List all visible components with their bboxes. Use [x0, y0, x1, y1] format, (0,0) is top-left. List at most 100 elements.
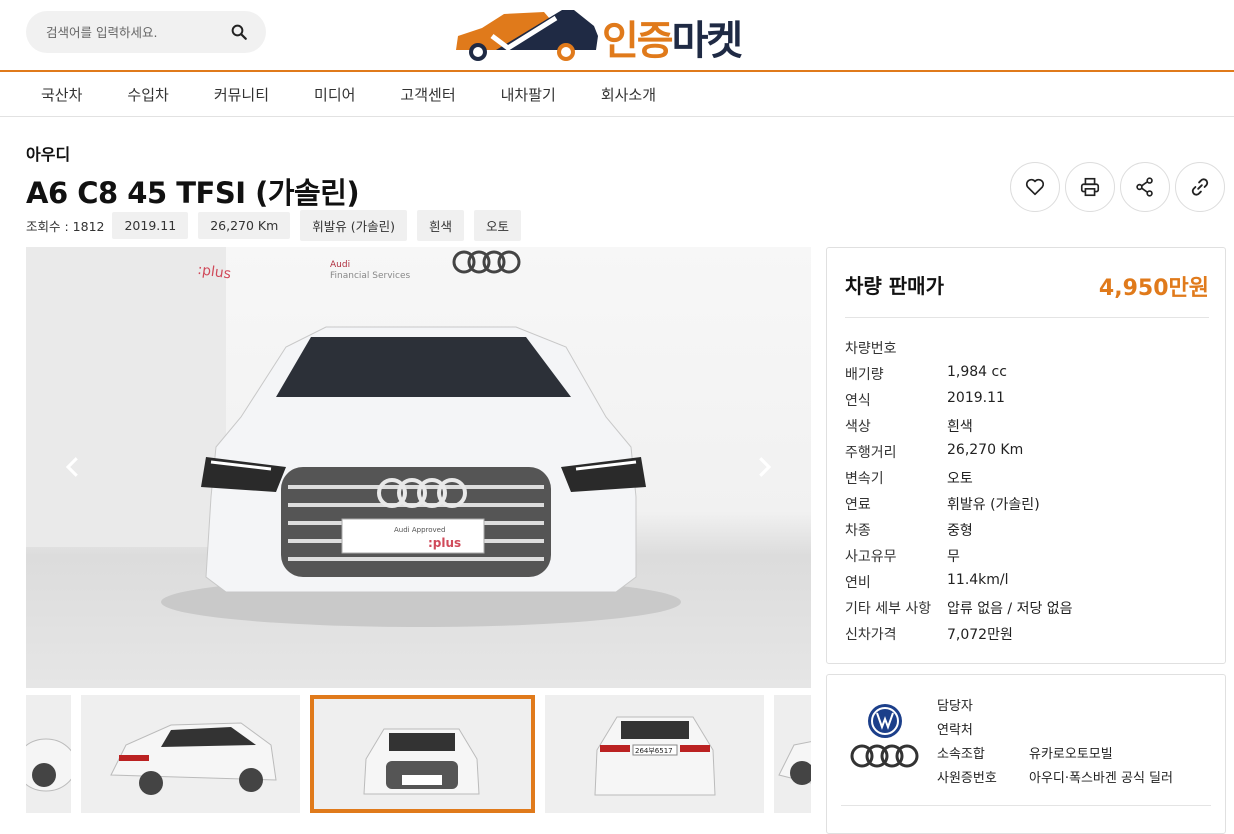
spec-row: 사고유무 무 — [845, 546, 1215, 572]
chevron-left-icon[interactable] — [58, 452, 88, 482]
spec-key: 사고유무 — [845, 549, 897, 565]
nav-item-support[interactable]: 고객센터 — [385, 84, 455, 105]
site-logo[interactable]: 인증마켓 — [452, 6, 782, 66]
price-value: 4,950만원 — [1098, 276, 1209, 301]
nav-item-about[interactable]: 회사소개 — [586, 84, 656, 105]
nav-item-sell[interactable]: 내차팔기 — [486, 84, 556, 105]
car-front-photo: :plus Audi Financial Services Audi Appro… — [26, 247, 681, 627]
heart-icon — [1025, 178, 1045, 196]
header: 인증마켓 — [0, 0, 1234, 72]
dealer-logo-icon — [850, 704, 919, 768]
logo-text-part2: 마켓 — [671, 18, 744, 64]
spec-value: 중형 — [947, 523, 973, 539]
car-meta: 조회수 : 1812 2019.11 26,270 Km 휘발유 (가솔린) 흰… — [26, 210, 531, 241]
spec-key: 연식 — [845, 393, 871, 409]
search-icon[interactable] — [230, 23, 248, 41]
spec-value: 7,072만원 — [947, 627, 1013, 643]
dealer-row: 사원증번호 아우디·폭스바겐 공식 딜러 — [937, 767, 1207, 791]
thumbnail-car-image — [26, 695, 71, 813]
thumbnail-car-image — [314, 699, 531, 809]
spec-value: 11.4km/l — [947, 572, 1009, 588]
logo-car-icon — [456, 10, 598, 61]
link-icon — [1191, 178, 1209, 196]
spec-value: 흰색 — [947, 419, 973, 435]
spec-key: 주행거리 — [845, 445, 897, 461]
spec-key: 연료 — [845, 497, 871, 513]
spec-key: 기타 세부 사항 — [845, 601, 932, 617]
share-button[interactable] — [1120, 162, 1170, 212]
spec-row: 색상 흰색 — [845, 416, 1215, 442]
nav-item-media[interactable]: 미디어 — [299, 84, 355, 105]
view-count: 조회수 : 1812 — [26, 219, 105, 234]
copy-link-button[interactable] — [1175, 162, 1225, 212]
thumbnail-4[interactable]: 264부6517 — [545, 695, 764, 813]
main-nav: 국산차 수입차 커뮤니티 미디어 고객센터 내차팔기 회사소개 — [0, 72, 1234, 117]
price-panel: 차량 판매가 4,950만원 차량번호 배기량 1,984 cc 연식 2019.1… — [826, 247, 1226, 664]
thumbnail-strip: 264부6517 — [26, 693, 811, 815]
search-box — [26, 11, 266, 53]
dealer-panel: 담당자 연락처 소속조합 유카로오토모빌 사원증번호 아우디·폭스바겐 공식 딜러 — [826, 674, 1226, 834]
spec-value: 2019.11 — [947, 390, 1005, 406]
spec-row: 신차가격 7,072만원 — [845, 624, 1215, 650]
dealer-key: 사원증번호 — [937, 771, 997, 786]
spec-value: 무 — [947, 549, 960, 565]
fs-text-2: Financial Services — [330, 271, 411, 281]
tag-color: 흰색 — [417, 210, 465, 241]
nav-item-import[interactable]: 수입차 — [112, 84, 168, 105]
share-icon — [1136, 177, 1153, 197]
thumbnail-rear-plate: 264부6517 — [635, 747, 673, 755]
thumbnail-2[interactable] — [81, 695, 300, 813]
dealer-key: 담당자 — [937, 699, 973, 714]
dealer-row: 담당자 — [937, 695, 1207, 719]
spec-row: 기타 세부 사항 압류 없음 / 저당 없음 — [845, 598, 1215, 624]
spec-value: 압류 없음 / 저당 없음 — [947, 601, 1073, 617]
front-plate-main: Audi Approved — [394, 526, 445, 534]
spec-row: 변속기 오토 — [845, 468, 1215, 494]
wall-audi-rings — [452, 250, 521, 274]
spec-row: 주행거리 26,270 Km — [845, 442, 1215, 468]
spec-key: 연비 — [845, 575, 871, 591]
thumbnail-car-image — [774, 695, 811, 813]
dealer-value: 유카로오토모빌 — [1029, 747, 1113, 762]
action-buttons — [1005, 162, 1225, 212]
nav-item-community[interactable]: 커뮤니티 — [199, 84, 269, 105]
thumbnail-5[interactable] — [774, 695, 811, 813]
car-title: A6 C8 45 TFSI (가솔린) — [26, 176, 360, 210]
spec-value: 26,270 Km — [947, 442, 1024, 458]
dealer-row: 소속조합 유카로오토모빌 — [937, 743, 1207, 767]
divider — [841, 805, 1211, 806]
favorite-button[interactable] — [1010, 162, 1060, 212]
dealer-info: 담당자 연락처 소속조합 유카로오토모빌 사원증번호 아우디·폭스바겐 공식 딜러 — [937, 695, 1207, 791]
spec-key: 신차가격 — [845, 627, 897, 643]
thumbnail-3-active[interactable] — [310, 695, 535, 813]
spec-key: 배기량 — [845, 367, 884, 383]
spec-row: 차종 중형 — [845, 520, 1215, 546]
spec-row: 차량번호 — [845, 338, 1215, 364]
price-label: 차량 판매가 — [845, 274, 944, 298]
dealer-key: 연락처 — [937, 723, 973, 738]
tag-year: 2019.11 — [112, 212, 189, 239]
chevron-right-icon[interactable] — [749, 452, 779, 482]
fs-text-1: Audi — [330, 260, 350, 270]
search-input[interactable] — [46, 11, 226, 53]
tag-mileage: 26,270 Km — [198, 212, 291, 239]
logo-text: 인증마켓 — [602, 8, 744, 66]
thumbnail-1[interactable] — [26, 695, 71, 813]
tag-transmission: 오토 — [474, 210, 522, 241]
main-car-photo[interactable]: :plus Audi Financial Services Audi Appro… — [26, 247, 811, 688]
nav-item-domestic[interactable]: 국산차 — [26, 84, 82, 105]
spec-key: 차종 — [845, 523, 871, 539]
spec-row: 연비 11.4km/l — [845, 572, 1215, 598]
tag-fuel: 휘발유 (가솔린) — [300, 210, 408, 241]
spec-value: 휘발유 (가솔린) — [947, 497, 1040, 513]
front-plate-brand: :plus — [428, 536, 461, 550]
spec-key: 색상 — [845, 419, 871, 435]
spec-row: 배기량 1,984 cc — [845, 364, 1215, 390]
print-button[interactable] — [1065, 162, 1115, 212]
price-header: 차량 판매가 4,950만원 — [845, 270, 1209, 318]
dealer-value: 아우디·폭스바겐 공식 딜러 — [1029, 771, 1173, 786]
thumbnail-car-image: 264부6517 — [545, 695, 764, 813]
car-brand: 아우디 — [26, 145, 71, 164]
spec-row: 연식 2019.11 — [845, 390, 1215, 416]
spec-row: 연료 휘발유 (가솔린) — [845, 494, 1215, 520]
